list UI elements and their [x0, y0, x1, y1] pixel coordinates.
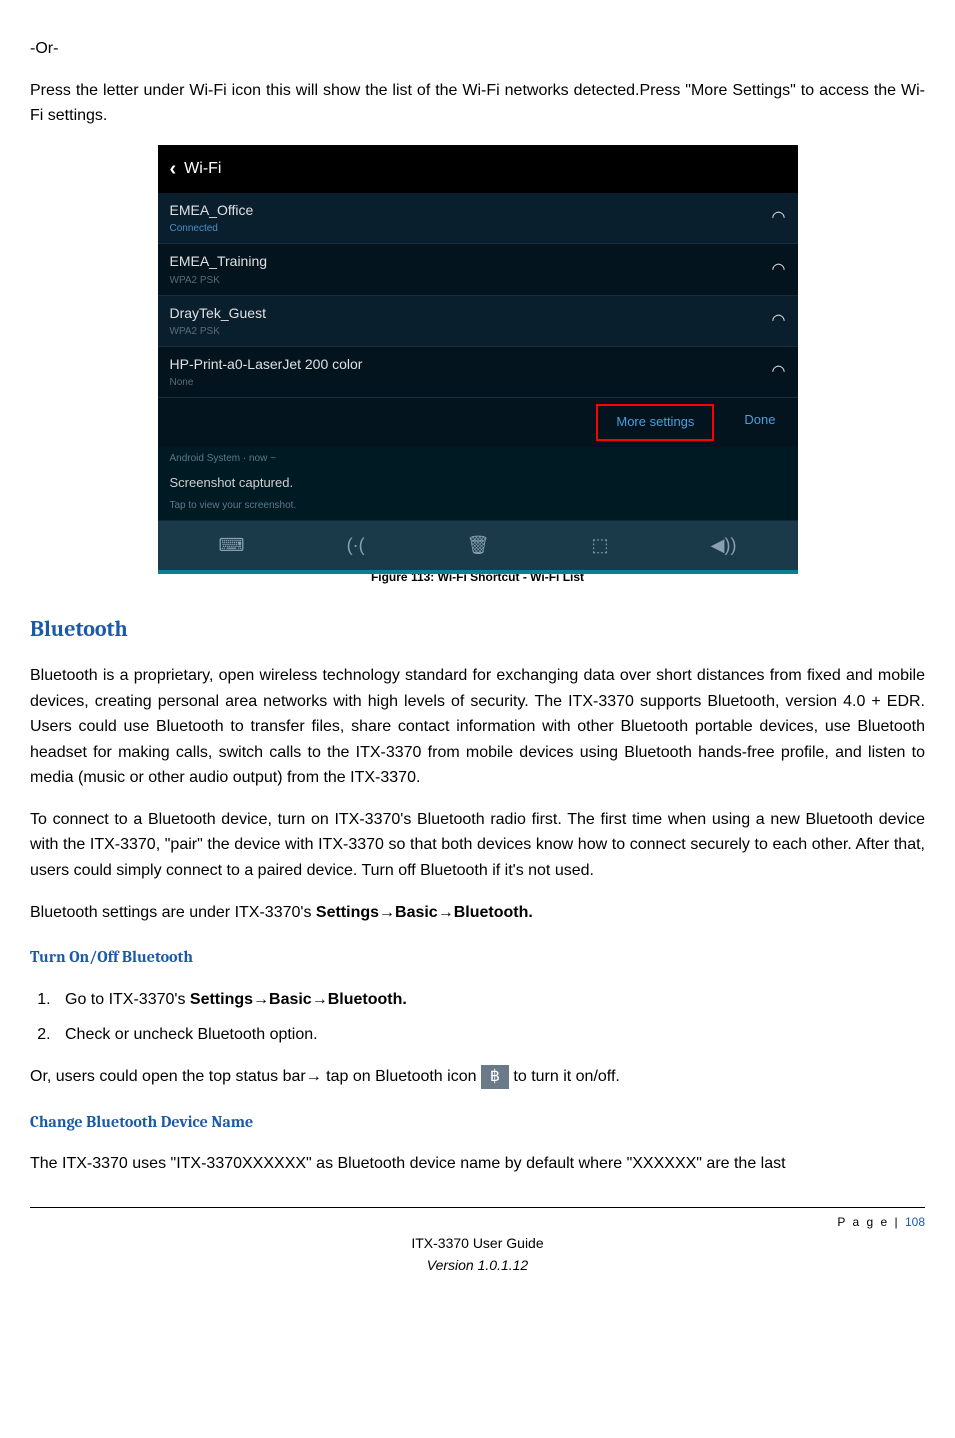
wifi-signal-icon: ◠: [772, 205, 786, 231]
wifi-network-item[interactable]: EMEA_OfficeConnected ◠: [158, 193, 798, 244]
back-icon[interactable]: (·(: [347, 531, 365, 560]
or-text-post: to turn it on/off.: [513, 1068, 619, 1085]
wifi-signal-icon: ◠: [772, 359, 786, 385]
crop-icon[interactable]: ⬚: [592, 531, 609, 560]
screenshot-header: ‹ Wi-Fi: [158, 145, 798, 193]
wifi-signal-icon: ◠: [772, 257, 786, 283]
more-settings-button[interactable]: More settings: [596, 404, 714, 441]
step1-pre: Go to ITX-3370's: [65, 991, 190, 1008]
wifi-network-name: EMEA_Training: [170, 250, 268, 272]
wifi-title: Wi-Fi: [184, 156, 221, 182]
step-2: Check or uncheck Bluetooth option.: [55, 1022, 925, 1048]
settings-path-2: Settings→Basic→Bluetooth.: [190, 991, 407, 1008]
page-label: P a g e |: [837, 1215, 905, 1229]
wifi-network-status: None: [170, 375, 363, 391]
or-status-bar-text: Or, users could open the top status bar→…: [30, 1064, 925, 1090]
delete-icon[interactable]: 🗑: [467, 531, 490, 560]
notification-subtitle: Tap to view your screenshot.: [158, 496, 798, 520]
wifi-network-name: DrayTek_Guest: [170, 302, 266, 324]
step-1: Go to ITX-3370's Settings→Basic→Bluetoot…: [55, 987, 925, 1013]
teal-strip: [158, 570, 798, 574]
bluetooth-para2: To connect to a Bluetooth device, turn o…: [30, 807, 925, 884]
bluetooth-para1: Bluetooth is a proprietary, open wireles…: [30, 663, 925, 791]
bluetooth-para3-pre: Bluetooth settings are under ITX-3370's: [30, 904, 316, 921]
wifi-network-status: WPA2 PSK: [170, 324, 266, 340]
settings-path-1: Settings→Basic→Bluetooth.: [316, 904, 533, 921]
intro-press-text: Press the letter under Wi-Fi icon this w…: [30, 78, 925, 129]
bottom-actions: More settings Done: [158, 398, 798, 447]
wifi-network-item[interactable]: EMEA_TrainingWPA2 PSK ◠: [158, 244, 798, 295]
notification-header: Android System · now ~: [158, 447, 798, 471]
footer-title: ITX-3370 User Guide: [30, 1232, 925, 1254]
wifi-screenshot: ‹ Wi-Fi EMEA_OfficeConnected◠EMEA_Traini…: [158, 145, 798, 465]
wifi-network-name: EMEA_Office: [170, 199, 254, 221]
wifi-network-name: HP-Print-a0-LaserJet 200 color: [170, 353, 363, 375]
bottom-nav: ⌨ (·( 🗑 ⬚ ◀)): [158, 520, 798, 570]
back-chevron-icon[interactable]: ‹: [170, 153, 177, 185]
figure-container: ‹ Wi-Fi EMEA_OfficeConnected◠EMEA_Traini…: [30, 145, 925, 587]
done-button[interactable]: Done: [734, 404, 785, 441]
wifi-network-item[interactable]: DrayTek_GuestWPA2 PSK ◠: [158, 296, 798, 347]
notification-title: Screenshot captured.: [158, 471, 798, 496]
or-text-pre: Or, users could open the top status bar→…: [30, 1068, 481, 1085]
page-number: 108: [905, 1215, 925, 1229]
turn-on-off-heading: Turn On/Off Bluetooth: [30, 945, 925, 971]
page-number-container: P a g e | 108: [30, 1213, 925, 1232]
wifi-network-status: WPA2 PSK: [170, 273, 268, 289]
wifi-signal-icon: ◠: [772, 308, 786, 334]
wifi-network-item[interactable]: HP-Print-a0-LaserJet 200 colorNone ◠: [158, 347, 798, 398]
turn-on-off-steps: Go to ITX-3370's Settings→Basic→Bluetoot…: [30, 987, 925, 1048]
change-name-para: The ITX-3370 uses "ITX-3370XXXXXX" as Bl…: [30, 1151, 925, 1177]
keyboard-icon[interactable]: ⌨: [219, 531, 245, 560]
or-text: -Or-: [30, 36, 925, 62]
bluetooth-heading: Bluetooth: [30, 612, 925, 647]
volume-icon[interactable]: ◀)): [711, 531, 737, 560]
footer-version: Version 1.0.1.12: [30, 1254, 925, 1276]
bluetooth-para3: Bluetooth settings are under ITX-3370's …: [30, 900, 925, 926]
wifi-network-status: Connected: [170, 221, 254, 237]
bluetooth-icon: ฿: [481, 1065, 509, 1089]
change-name-heading: Change Bluetooth Device Name: [30, 1110, 925, 1136]
page-footer: P a g e | 108 ITX-3370 User Guide Versio…: [30, 1207, 925, 1277]
